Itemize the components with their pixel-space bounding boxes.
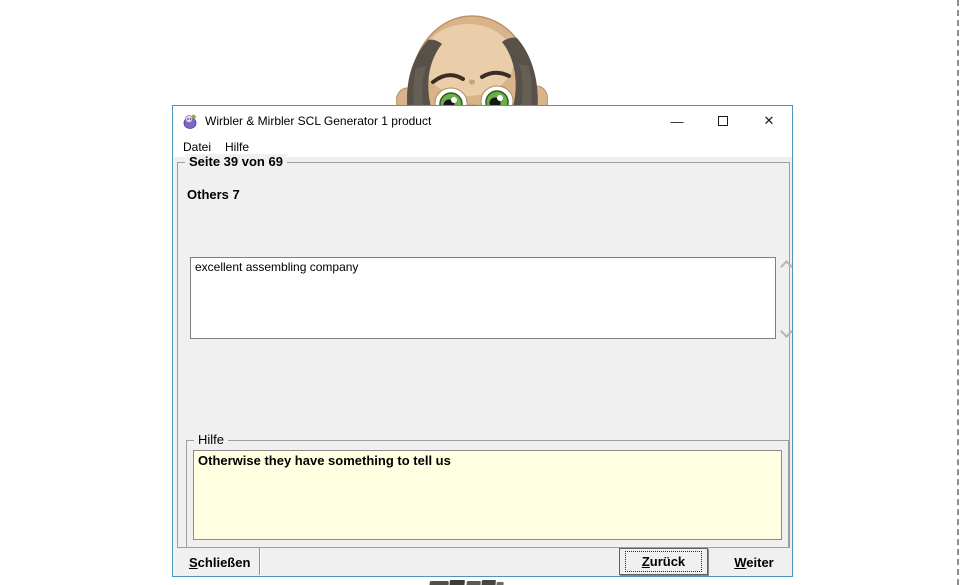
page-groupbox-label: Seite 39 von 69 xyxy=(185,154,287,169)
back-button-accel: Z xyxy=(642,554,650,569)
next-button-rest: eiter xyxy=(746,555,773,570)
maximize-icon xyxy=(718,116,728,126)
window-controls: — ✕ xyxy=(654,106,792,136)
app-icon xyxy=(182,113,198,129)
help-groupbox-label: Hilfe xyxy=(194,432,228,447)
bald-man-head-icon xyxy=(396,8,548,105)
close-button[interactable]: ✕ xyxy=(746,106,792,136)
screen-right-dashed-line xyxy=(957,0,959,585)
back-button[interactable]: Zurück xyxy=(619,548,708,575)
page-groupbox: Seite 39 von 69 Others 7 excellent assem… xyxy=(177,162,790,548)
titlebar[interactable]: Wirbler & Mirbler SCL Generator 1 produc… xyxy=(173,106,792,136)
cartoon-feet-shapes xyxy=(426,576,504,585)
close-button-accel: S xyxy=(189,555,198,570)
client-area: Seite 39 von 69 Others 7 excellent assem… xyxy=(173,157,792,576)
next-button-accel: W xyxy=(734,555,746,570)
footer-bar: Schließen Zurück Weiter xyxy=(173,547,792,576)
menu-hilfe[interactable]: Hilfe xyxy=(218,138,256,156)
help-text-panel: Otherwise they have something to tell us xyxy=(193,450,782,540)
close-button-rest: chließen xyxy=(198,555,251,570)
answer-textarea[interactable]: excellent assembling company xyxy=(190,257,776,339)
chevron-up-icon[interactable] xyxy=(780,260,793,273)
desktop: Wirbler & Mirbler SCL Generator 1 produc… xyxy=(0,0,963,585)
back-button-rest: urück xyxy=(650,554,685,569)
close-dialog-button[interactable]: Schließen xyxy=(179,549,260,575)
peeking-cartoon-head xyxy=(396,8,548,105)
maximize-button[interactable] xyxy=(700,106,746,136)
help-groupbox: Hilfe Otherwise they have something to t… xyxy=(186,440,789,548)
close-icon: ✕ xyxy=(764,113,775,129)
minimize-button[interactable]: — xyxy=(654,106,700,136)
footer-separator xyxy=(259,548,261,575)
gray-shoes-icon xyxy=(426,580,504,585)
question-label: Others 7 xyxy=(187,187,240,202)
menu-datei[interactable]: Datei xyxy=(176,138,218,156)
next-button[interactable]: Weiter xyxy=(719,549,789,575)
minimize-icon: — xyxy=(671,114,684,129)
window-title: Wirbler & Mirbler SCL Generator 1 produc… xyxy=(205,114,431,128)
app-window: Wirbler & Mirbler SCL Generator 1 produc… xyxy=(172,105,793,577)
chevron-down-icon[interactable] xyxy=(780,325,793,338)
